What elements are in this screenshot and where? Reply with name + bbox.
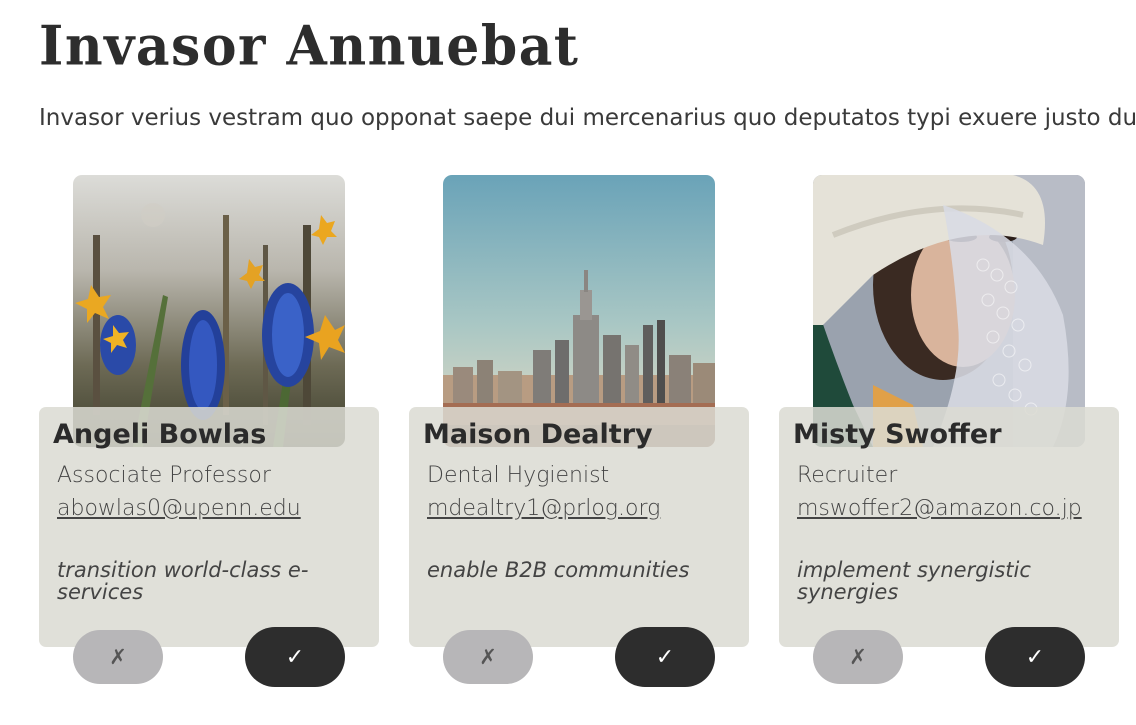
profile-tagline: transition world-class e-services	[57, 558, 309, 604]
profile-email-link[interactable]: abowlas0@upenn.edu	[57, 496, 301, 521]
profile-role: Associate Professor	[57, 463, 271, 488]
accept-button[interactable]: ✓	[985, 627, 1085, 687]
profile-name: Misty Swoffer	[793, 419, 1002, 450]
reject-button[interactable]: ✗	[443, 630, 533, 684]
profile-role: Dental Hygienist	[427, 463, 610, 488]
profile-card: Angeli Bowlas Associate Professor abowla…	[39, 175, 379, 687]
accept-button[interactable]: ✓	[615, 627, 715, 687]
profile-tagline: enable B2B communities	[427, 558, 690, 582]
profile-info-panel: Maison Dealtry Dental Hygienist mdealtry…	[409, 407, 749, 647]
profile-info-panel: Misty Swoffer Recruiter mswoffer2@amazon…	[779, 407, 1119, 647]
profile-card: Maison Dealtry Dental Hygienist mdealtry…	[409, 175, 749, 687]
profile-name: Maison Dealtry	[423, 419, 653, 450]
page-intro: Invasor verius vestram quo opponat saepe…	[39, 105, 1136, 131]
profile-card: Misty Swoffer Recruiter mswoffer2@amazon…	[779, 175, 1119, 687]
page: Invasor Annuebat Invasor verius vestram …	[0, 0, 1136, 725]
profile-name: Angeli Bowlas	[53, 419, 267, 450]
profile-role: Recruiter	[797, 463, 898, 488]
profile-email-link[interactable]: mdealtry1@prlog.org	[427, 496, 660, 521]
accept-button[interactable]: ✓	[245, 627, 345, 687]
profile-email-link[interactable]: mswoffer2@amazon.co.jp	[797, 496, 1082, 521]
reject-button[interactable]: ✗	[813, 630, 903, 684]
page-title: Invasor Annuebat	[39, 14, 580, 79]
reject-button[interactable]: ✗	[73, 630, 163, 684]
profile-info-panel: Angeli Bowlas Associate Professor abowla…	[39, 407, 379, 647]
profile-tagline: implement synergistic synergies	[797, 558, 1031, 604]
